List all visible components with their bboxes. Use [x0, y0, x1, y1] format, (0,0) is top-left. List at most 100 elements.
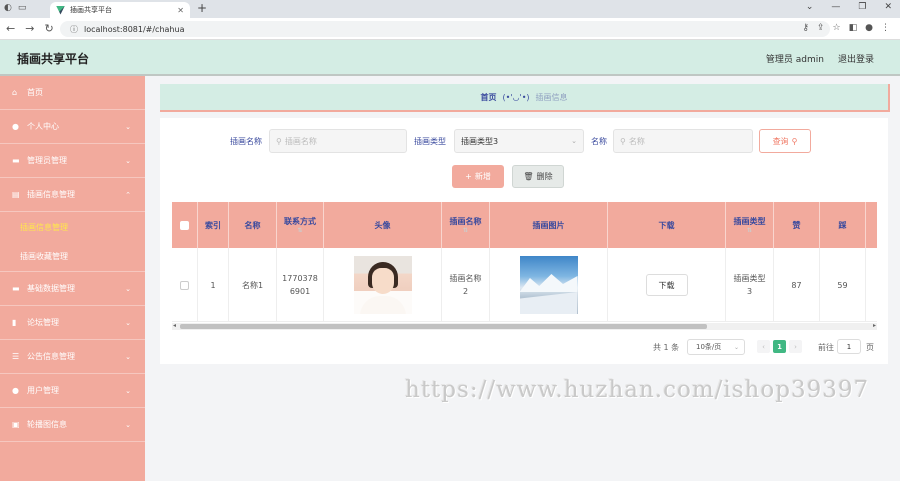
next-page-button[interactable]: ›	[789, 340, 802, 353]
delete-button[interactable]: 🗑 删除	[512, 165, 564, 188]
horizontal-scrollbar[interactable]: ◂ ▸	[172, 322, 877, 330]
back-icon[interactable]: ←	[6, 22, 15, 35]
add-button[interactable]: + 新增	[452, 165, 504, 188]
sidebar-item-forum[interactable]: ▮ 论坛管理 ⌄	[0, 306, 145, 340]
tab-search-icon[interactable]: ⌄	[806, 2, 814, 12]
address-bar: ← → ↻ ⓘ localhost:8081/#/chahua ⚷ ⇪ ☆ ◧ …	[0, 18, 900, 40]
tab-close-icon[interactable]: ✕	[177, 6, 184, 15]
cell-type: 插画类型3	[726, 248, 774, 322]
search-icon: ⚲	[276, 136, 282, 146]
goto-label: 前往	[818, 343, 834, 352]
sidebar-item-label: 个人中心	[27, 122, 59, 131]
url-field[interactable]: ⓘ localhost:8081/#/chahua	[60, 21, 830, 37]
chevron-down-icon: ⌄	[125, 318, 131, 327]
sidebar-item-home[interactable]: ⌂ 首页	[0, 76, 145, 110]
chevron-down-icon: ⌄	[125, 386, 131, 395]
sidebar-item-users[interactable]: ● 用户管理 ⌄	[0, 374, 145, 408]
sidebar-subitem-illustration-info[interactable]: 插画信息管理	[0, 212, 145, 242]
illustration-mountains	[519, 274, 578, 292]
page-number-button[interactable]: 1	[773, 340, 786, 353]
header-title[interactable]: 插画名称 ⇅	[442, 202, 490, 248]
type-select-value: 插画类型3	[461, 136, 499, 146]
logout-link[interactable]: 退出登录	[838, 52, 874, 65]
header-label: 踩	[838, 220, 847, 230]
minimize-icon[interactable]: —	[831, 2, 840, 12]
cell-title: 插画名称2	[442, 248, 490, 322]
star-icon[interactable]: ☆	[833, 23, 841, 33]
sidebar-subitem-illustration-favorites[interactable]: 插画收藏管理	[0, 242, 145, 272]
name-placeholder: 插画名称	[284, 136, 317, 146]
cell-contact: 17703786901	[277, 248, 324, 322]
tab-group-icon[interactable]: ▭	[18, 3, 27, 13]
page-size-select[interactable]: 10条/页 ⌄	[687, 339, 745, 355]
header-likes[interactable]: 赞	[774, 202, 820, 248]
sidebar-item-notice[interactable]: ☰ 公告信息管理 ⌄	[0, 340, 145, 374]
row-select-cell	[172, 248, 198, 322]
watermark-text: https://www.huzhan.com/ishop39397	[405, 377, 870, 403]
title-input[interactable]: ⚲ 名称	[613, 129, 753, 153]
sort-icon[interactable]: ⇅	[747, 227, 752, 234]
download-button[interactable]: 下载	[645, 274, 688, 296]
type-label: 插画类型	[414, 137, 446, 146]
main-area: 首页 (•'◡'•) 插画信息 插画名称 ⚲ 插画名称 插画类型 插画类型3 ⌄…	[145, 76, 900, 481]
header-dislikes[interactable]: 踩	[820, 202, 866, 248]
sidebar-item-base-data[interactable]: ▬ 基础数据管理 ⌄	[0, 272, 145, 306]
sidebar-item-illustration[interactable]: ▤ 插画信息管理 ⌃	[0, 178, 145, 212]
browser-menu-icon[interactable]: ◐	[4, 3, 12, 13]
briefcase-icon: ▬	[12, 156, 20, 165]
query-button[interactable]: 查询 ⚲	[759, 129, 811, 153]
sort-icon[interactable]: ⇅	[463, 227, 468, 234]
sidebar-item-label: 用户管理	[27, 386, 59, 395]
row-checkbox[interactable]	[180, 280, 189, 290]
header-avatar[interactable]: 头像	[324, 202, 442, 248]
sidepanel-icon[interactable]: ◧	[849, 23, 858, 33]
tab-title: 插画共享平台	[70, 6, 112, 14]
new-tab-icon[interactable]: +	[197, 1, 207, 15]
sidebar-item-admin[interactable]: ▬ 管理员管理 ⌄	[0, 144, 145, 178]
sidebar-item-carousel[interactable]: ▣ 轮播图信息 ⌄	[0, 408, 145, 442]
browser-tab[interactable]: 插画共享平台 ✕	[50, 2, 190, 18]
header-label: 下载	[658, 220, 675, 230]
reload-icon[interactable]: ↻	[44, 22, 53, 35]
name-input[interactable]: ⚲ 插画名称	[269, 129, 407, 153]
chevron-down-icon: ⌄	[125, 420, 131, 429]
profile-icon[interactable]: ●	[865, 23, 873, 33]
header-name[interactable]: 名称	[229, 202, 277, 248]
table-row[interactable]: 1 名称1 17703786901 插画名称2 下载 插画类型3 87 59	[172, 248, 877, 322]
maximize-icon[interactable]: ❐	[858, 2, 866, 12]
header-contact[interactable]: 联系方式 ⇅	[277, 202, 324, 248]
key-icon[interactable]: ⚷	[802, 23, 809, 33]
breadcrumb-home[interactable]: 首页	[480, 92, 496, 103]
select-all-checkbox[interactable]	[180, 220, 189, 230]
close-window-icon[interactable]: ✕	[884, 2, 892, 12]
forward-icon[interactable]: →	[25, 22, 34, 35]
header-label: 联系方式	[284, 217, 316, 226]
scroll-left-icon[interactable]: ◂	[173, 322, 176, 329]
header-index[interactable]: 索引	[198, 202, 229, 248]
title-label: 名称	[591, 137, 607, 146]
sidebar-item-label: 轮播图信息	[27, 420, 67, 429]
site-info-icon[interactable]: ⓘ	[70, 24, 78, 35]
type-select[interactable]: 插画类型3 ⌄	[454, 129, 584, 153]
sidebar-subitem-label: 插画收藏管理	[20, 252, 68, 261]
sort-icon[interactable]: ⇅	[297, 227, 302, 234]
header-download[interactable]: 下载	[608, 202, 726, 248]
chevron-down-icon: ⌄	[571, 137, 577, 145]
toolbar-icons: ⚷ ⇪ ☆ ◧ ● ⋮	[802, 23, 890, 33]
vue-logo-icon	[56, 5, 65, 15]
sidebar-item-profile[interactable]: ● 个人中心 ⌄	[0, 110, 145, 144]
scrollbar-thumb[interactable]	[180, 324, 707, 329]
avatar-image[interactable]	[353, 256, 412, 314]
sidebar-item-label: 基础数据管理	[27, 284, 75, 293]
prev-page-button[interactable]: ‹	[757, 340, 770, 353]
more-menu-icon[interactable]: ⋮	[881, 23, 890, 33]
illustration-image[interactable]	[519, 256, 578, 314]
search-icon: ⚲	[791, 136, 798, 146]
scroll-right-icon[interactable]: ▸	[873, 322, 876, 329]
chevron-down-icon: ⌄	[125, 284, 131, 293]
header-image[interactable]: 插画图片	[490, 202, 608, 248]
header-type[interactable]: 插画类型 ⇅	[726, 202, 774, 248]
share-icon[interactable]: ⇪	[817, 23, 825, 33]
sidebar: ⌂ 首页 ● 个人中心 ⌄ ▬ 管理员管理 ⌄ ▤ 插画信息管理 ⌃ 插画信息管…	[0, 76, 145, 481]
goto-page-input[interactable]: 1	[837, 339, 861, 354]
